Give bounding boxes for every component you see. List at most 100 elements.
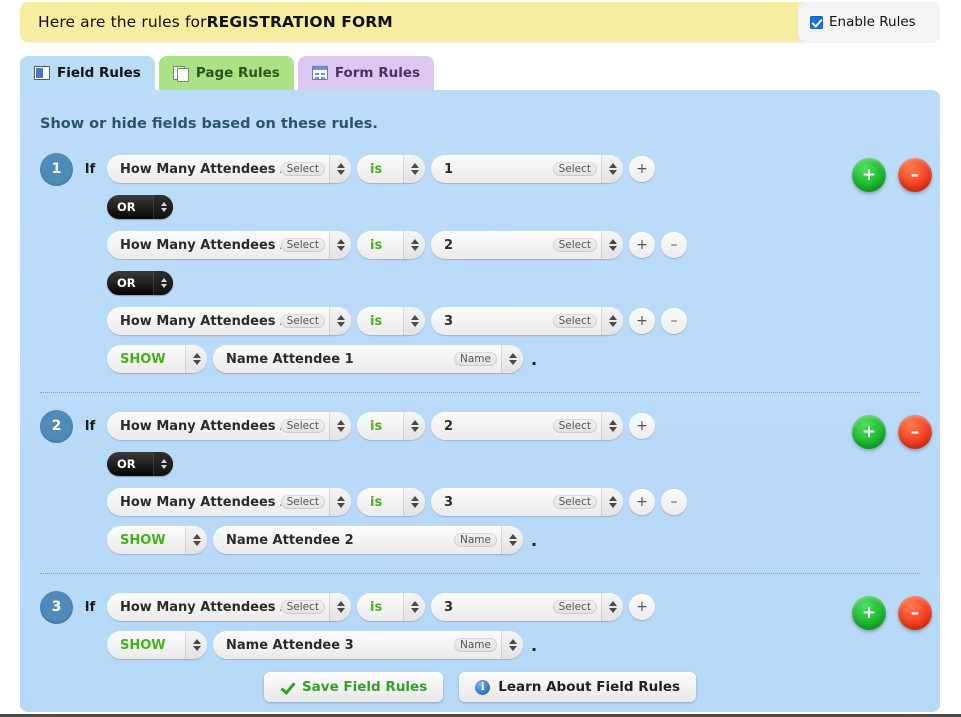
condition-value-select[interactable]: 2 Select — [431, 231, 623, 259]
stepper-arrows[interactable] — [601, 307, 623, 335]
action-target-select[interactable]: Name Attendee 1 Name — [213, 345, 523, 373]
stepper-arrows[interactable] — [403, 488, 425, 516]
condition-operator-select[interactable]: is — [357, 593, 425, 621]
field-rules-icon — [34, 66, 50, 80]
add-rule-button[interactable]: + — [852, 596, 886, 630]
add-condition-button[interactable]: + — [629, 232, 655, 258]
stepper-arrows[interactable] — [403, 231, 425, 259]
rule-block: 3IfHow Many Attendees AreSelectis3Select… — [20, 588, 940, 664]
remove-condition-button[interactable]: – — [661, 232, 687, 258]
condition-value-select[interactable]: 2 Select — [431, 412, 623, 440]
stepper-arrows[interactable] — [601, 155, 623, 183]
panel-footer: Save Field Rules i Learn About Field Rul… — [20, 672, 940, 702]
connector-select[interactable]: OR — [107, 271, 173, 295]
connector-row: OR — [20, 188, 940, 226]
stepper-arrows[interactable] — [601, 593, 623, 621]
condition-field-select[interactable]: How Many Attendees AreSelect — [107, 231, 351, 259]
remove-condition-button[interactable]: – — [661, 308, 687, 334]
name-tag: Name — [454, 352, 497, 366]
condition-field-select[interactable]: How Many Attendees AreSelect — [107, 307, 351, 335]
tab-field-rules[interactable]: Field Rules — [20, 56, 155, 90]
add-condition-button[interactable]: + — [629, 413, 655, 439]
condition-value-select[interactable]: 3 Select — [431, 307, 623, 335]
condition-operator-select-value: is — [370, 161, 383, 177]
action-select[interactable]: SHOW — [107, 526, 207, 554]
learn-about-field-rules-button[interactable]: i Learn About Field Rules — [459, 672, 697, 702]
remove-rule-button[interactable]: – — [898, 596, 932, 630]
sentence-period: . — [531, 530, 538, 550]
select-tag: Select — [552, 238, 597, 252]
add-rule-button[interactable]: + — [852, 415, 886, 449]
remove-condition-button[interactable]: – — [661, 489, 687, 515]
connector-row: OR — [20, 445, 940, 483]
tab-form-rules[interactable]: Form Rules — [297, 56, 435, 90]
stepper-arrows[interactable] — [601, 488, 623, 516]
condition-field-select[interactable]: How Many Attendees AreSelect — [107, 155, 351, 183]
stepper-arrows[interactable] — [329, 593, 351, 621]
stepper-arrows[interactable] — [403, 155, 425, 183]
condition-operator-select[interactable]: is — [357, 231, 425, 259]
if-label: If — [84, 599, 96, 615]
stepper-arrows[interactable] — [329, 488, 351, 516]
condition-operator-select[interactable]: is — [357, 155, 425, 183]
action-target-select[interactable]: Name Attendee 2 Name — [213, 526, 523, 554]
condition-operator-select[interactable]: is — [357, 488, 425, 516]
action-target-select-value: Name Attendee 1 — [226, 351, 354, 367]
condition-value-select[interactable]: 3 Select — [431, 593, 623, 621]
stepper-arrows[interactable] — [329, 155, 351, 183]
stepper-arrows[interactable] — [403, 593, 425, 621]
stepper-arrows[interactable] — [601, 412, 623, 440]
stepper-arrows[interactable] — [403, 307, 425, 335]
select-tag: Select — [552, 495, 597, 509]
condition-value-select[interactable]: 3 Select — [431, 488, 623, 516]
stepper-arrows[interactable] — [329, 231, 351, 259]
stepper-arrows[interactable] — [329, 412, 351, 440]
condition-operator-select-value: is — [370, 418, 383, 434]
stepper-arrows[interactable] — [329, 307, 351, 335]
select-tag: Select — [552, 314, 597, 328]
stepper-arrows[interactable] — [153, 271, 173, 295]
remove-rule-button[interactable]: – — [898, 158, 932, 192]
tab-page-rules[interactable]: Page Rules — [158, 56, 294, 90]
condition-row: 2IfHow Many Attendees AreSelectis2Select… — [20, 407, 940, 445]
rule-block: 2IfHow Many Attendees AreSelectis2Select… — [20, 407, 940, 559]
action-target-select[interactable]: Name Attendee 3 Name — [213, 631, 523, 659]
condition-row: 3IfHow Many Attendees AreSelectis3Select… — [20, 588, 940, 626]
stepper-arrows[interactable] — [501, 345, 523, 373]
connector-row: OR — [20, 264, 940, 302]
add-condition-button[interactable]: + — [629, 594, 655, 620]
enable-rules-checkbox[interactable] — [810, 15, 823, 29]
connector-select[interactable]: OR — [107, 195, 173, 219]
condition-field-select[interactable]: How Many Attendees AreSelect — [107, 593, 351, 621]
stepper-arrows[interactable] — [185, 631, 207, 659]
condition-value-select[interactable]: 1 Select — [431, 155, 623, 183]
add-condition-button[interactable]: + — [629, 308, 655, 334]
stepper-arrows[interactable] — [501, 631, 523, 659]
enable-rules-toggle[interactable]: Enable Rules — [797, 2, 940, 42]
action-select[interactable]: SHOW — [107, 345, 207, 373]
page-title-prefix: Here are the rules for — [38, 13, 207, 31]
stepper-arrows[interactable] — [153, 452, 173, 476]
add-condition-button[interactable]: + — [629, 156, 655, 182]
stepper-arrows[interactable] — [403, 412, 425, 440]
stepper-arrows[interactable] — [185, 526, 207, 554]
stepper-arrows[interactable] — [185, 345, 207, 373]
stepper-arrows[interactable] — [601, 231, 623, 259]
remove-rule-button[interactable]: – — [898, 415, 932, 449]
condition-operator-select[interactable]: is — [357, 412, 425, 440]
save-field-rules-button[interactable]: Save Field Rules — [263, 672, 444, 702]
condition-field-select-value: How Many Attendees Are — [120, 418, 281, 434]
info-icon: i — [475, 679, 491, 695]
condition-value-select-value: 3 — [444, 494, 454, 510]
condition-value-select-value: 2 — [444, 418, 454, 434]
select-tag: Select — [552, 162, 597, 176]
stepper-arrows[interactable] — [501, 526, 523, 554]
condition-field-select[interactable]: How Many Attendees AreSelect — [107, 488, 351, 516]
connector-select[interactable]: OR — [107, 452, 173, 476]
add-condition-button[interactable]: + — [629, 489, 655, 515]
stepper-arrows[interactable] — [153, 195, 173, 219]
condition-operator-select[interactable]: is — [357, 307, 425, 335]
add-rule-button[interactable]: + — [852, 158, 886, 192]
condition-field-select[interactable]: How Many Attendees AreSelect — [107, 412, 351, 440]
action-select[interactable]: SHOW — [107, 631, 207, 659]
